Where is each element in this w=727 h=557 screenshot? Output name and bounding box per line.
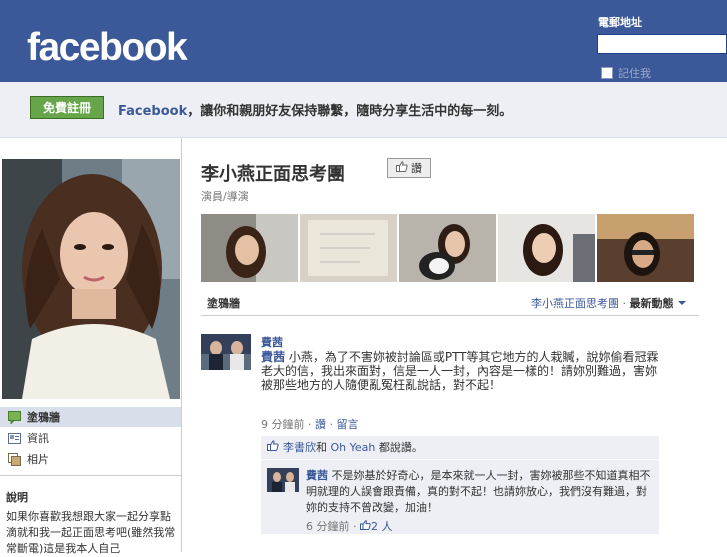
tagline-text: ，讓你和親朋好友保持聯繫，隨時分享生活中的每一刻。 — [187, 104, 513, 119]
description-title: 說明 — [6, 491, 28, 504]
likes-suffix: 都說讚。 — [378, 441, 423, 454]
post-meta: 9 分鐘前 · 讚 · 留言 — [261, 416, 359, 432]
likes-summary: 李書欣和 Oh Yeah 都說讚。 — [261, 436, 659, 459]
photo-strip — [201, 214, 694, 282]
remember-me[interactable]: 記住我 — [601, 65, 651, 81]
page-category: 演員/導演 — [201, 190, 249, 203]
like-label: 讚 — [411, 162, 422, 175]
separator: · — [304, 418, 315, 431]
wall-label: 塗鴉牆 — [207, 297, 240, 310]
comment-link[interactable]: 留言 — [337, 418, 359, 431]
page-title[interactable]: 李小燕正面思考團 — [201, 160, 345, 186]
sidebar-item-info[interactable]: 資訊 — [0, 428, 181, 448]
likes-and: 和 — [316, 441, 327, 454]
profile-photo[interactable] — [2, 159, 180, 399]
like-link[interactable]: 讚 — [315, 418, 326, 431]
sidebar-item-photos[interactable]: 相片 — [0, 449, 181, 469]
comment-meta: 6 分鐘前 · 2 人 — [306, 518, 393, 534]
photo-thumbnail[interactable] — [399, 214, 496, 282]
post-text: 費茜 小燕，為了不害妳被討論區或PTT等其它地方的人栽贓，說妳偷看冠霖老大的信，… — [261, 350, 661, 392]
post-body: 小燕，為了不害妳被討論區或PTT等其它地方的人栽贓，說妳偷看冠霖老大的信，我出來… — [261, 350, 659, 392]
top-bar: facebook 電郵地址 記住我 — [0, 0, 727, 82]
avatar[interactable] — [267, 468, 299, 492]
main-content: 李小燕正面思考團 讚 演員/導演 塗鴉牆 李小燕正面思考團 · 最新動態 費茜 … — [181, 138, 727, 552]
signup-bar: 免費註冊 Facebook，讓你和親朋好友保持聯繫，隨時分享生活中的每一刻。 — [0, 82, 727, 138]
photos-icon — [8, 452, 21, 466]
thumbs-up-icon — [267, 440, 279, 454]
remember-label: 記住我 — [618, 67, 651, 80]
wall-icon — [8, 410, 21, 425]
left-column: 塗鴉牆 資訊 相片 說明 如果你喜歡我想跟大家一起分享點滴就和我一起正面思考吧(… — [0, 157, 181, 555]
post-text-author[interactable]: 費茜 — [261, 350, 285, 364]
wall-filter-dropdown[interactable]: 李小燕正面思考團 · 最新動態 — [531, 295, 687, 311]
separator: · — [326, 418, 337, 431]
photo-thumbnail[interactable] — [201, 214, 298, 282]
facebook-logo[interactable]: facebook — [27, 26, 188, 70]
comment: 費茜 不是妳基於好奇心，是本來就一人一封，害妳被那些不知道真相不明就理的人誤會跟… — [261, 460, 659, 534]
signup-button[interactable]: 免費註冊 — [30, 96, 104, 119]
photo-thumbnail[interactable] — [300, 214, 397, 282]
post-author[interactable]: 費茜 — [261, 334, 283, 350]
email-label: 電郵地址 — [598, 16, 642, 29]
wall-header: 塗鴉牆 李小燕正面思考團 · 最新動態 — [201, 290, 699, 316]
divider — [0, 475, 181, 476]
photo-thumbnail[interactable] — [597, 214, 694, 282]
avatar[interactable] — [201, 334, 251, 370]
description-text: 如果你喜歡我想跟大家一起分享點滴就和我一起正面思考吧(雖然我常常斷電)這是我本人… — [6, 510, 176, 555]
email-input[interactable] — [597, 34, 727, 54]
thumbs-up-icon[interactable] — [360, 520, 371, 533]
sidebar-item-label: 塗鴉牆 — [27, 411, 60, 424]
liker-name[interactable]: 李書欣 — [283, 439, 316, 455]
sidebar-item-label: 資訊 — [27, 432, 49, 445]
comment-text: 費茜 不是妳基於好奇心，是本來就一人一封，害妳被那些不知道真相不明就理的人誤會跟… — [306, 468, 656, 516]
like-page-button[interactable]: 讚 — [387, 158, 431, 178]
thumbs-up-icon — [396, 161, 408, 175]
sidebar-item-wall[interactable]: 塗鴉牆 — [0, 407, 181, 427]
chevron-down-icon — [677, 297, 687, 310]
sidebar-item-label: 相片 — [27, 453, 49, 466]
signup-tagline: Facebook，讓你和親朋好友保持聯繫，隨時分享生活中的每一刻。 — [118, 100, 512, 119]
photo-thumbnail[interactable] — [498, 214, 595, 282]
wall-filter-mode: 最新動態 — [629, 297, 674, 310]
comment-time[interactable]: 6 分鐘前 — [306, 520, 350, 533]
tagline-brand: Facebook — [118, 104, 188, 119]
separator: · — [349, 520, 360, 533]
info-icon — [8, 432, 21, 445]
comment-likes-count[interactable]: 2 人 — [371, 520, 393, 533]
comment-author[interactable]: 費茜 — [306, 469, 328, 482]
comment-body: 不是妳基於好奇心，是本來就一人一封，害妳被那些不知道真相不明就理的人誤會跟責備，… — [306, 469, 651, 514]
liker-name[interactable]: Oh Yeah — [331, 441, 376, 454]
remember-checkbox[interactable] — [601, 67, 613, 79]
wall-filter-page: 李小燕正面思考團 — [531, 297, 619, 310]
separator: · — [619, 297, 630, 310]
post-time[interactable]: 9 分鐘前 — [261, 418, 305, 431]
